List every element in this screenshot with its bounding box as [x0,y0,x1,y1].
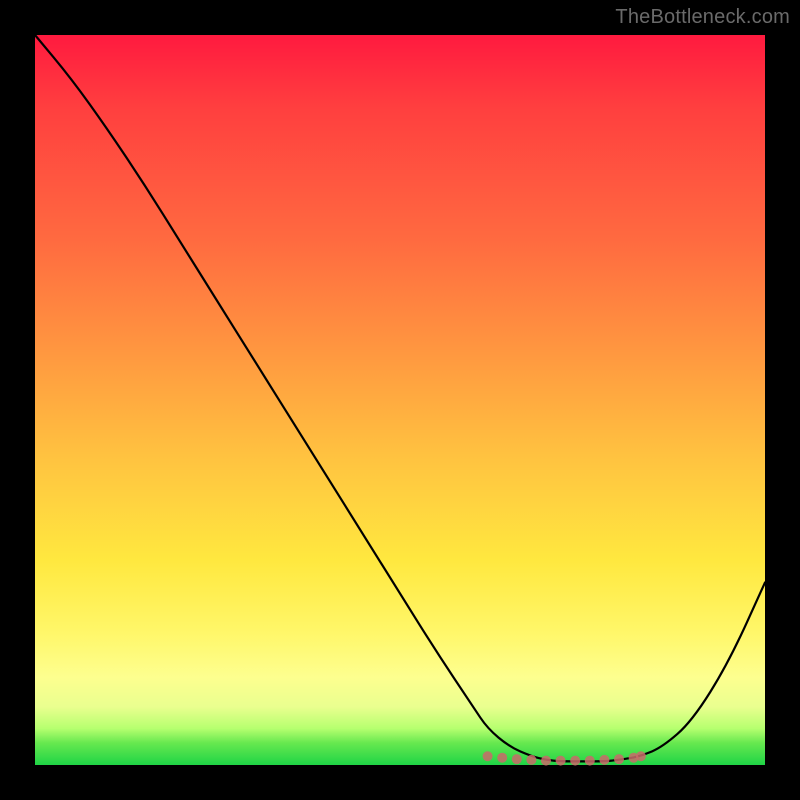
marker-dot [636,751,646,761]
marker-dot [585,756,595,766]
marker-dot [614,754,624,764]
marker-dot [512,754,522,764]
marker-dot [541,756,551,766]
watermark-text: TheBottleneck.com [615,6,790,29]
marker-dot [497,753,507,763]
bottleneck-curve-svg [35,35,765,765]
bottleneck-curve [35,35,765,761]
marker-dot [483,751,493,761]
marker-dot [556,756,566,766]
plot-area [35,35,765,765]
marker-dot [526,755,536,765]
marker-dot [599,755,609,765]
bottom-markers [483,751,646,765]
marker-dot [570,756,580,766]
chart-frame: TheBottleneck.com [0,0,800,800]
